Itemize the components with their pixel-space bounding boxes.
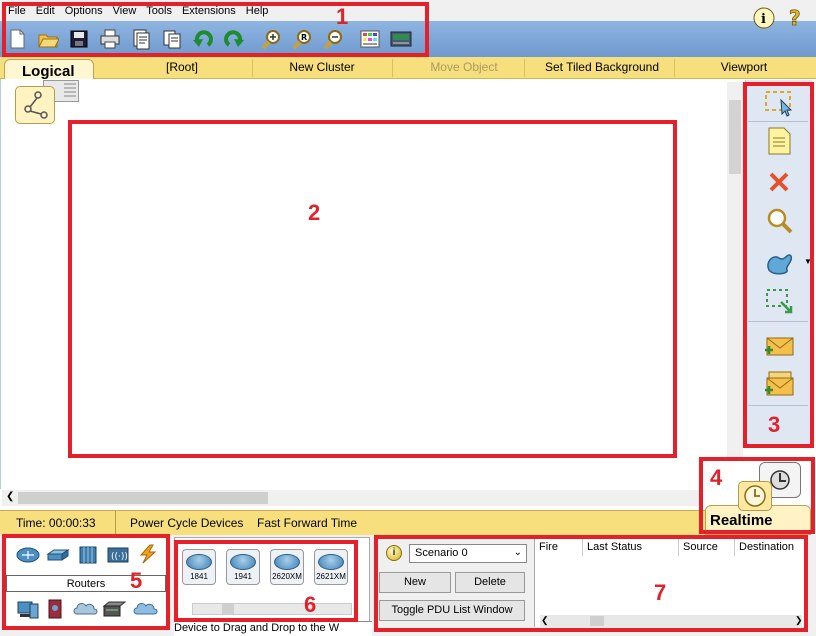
svg-text:i: i bbox=[761, 12, 766, 27]
power-cycle-devices-button[interactable]: Power Cycle Devices bbox=[130, 516, 243, 530]
help-icon[interactable]: ? bbox=[784, 6, 808, 31]
status-divider bbox=[115, 511, 116, 534]
tab-divider bbox=[524, 59, 525, 77]
annotation-number-2: 2 bbox=[308, 200, 321, 225]
annotation-box-scenario-pdu bbox=[374, 535, 808, 632]
tab-move-object: Move Object bbox=[430, 60, 498, 74]
annotation-number-1: 1 bbox=[336, 4, 349, 29]
workspace-tab-bar bbox=[0, 57, 816, 79]
tab-root[interactable]: [Root] bbox=[150, 60, 214, 74]
annotation-box-common-tools bbox=[743, 82, 814, 448]
vertical-scroll-thumb[interactable] bbox=[729, 100, 741, 174]
drag-drop-hint: Device to Drag and Drop to the W bbox=[174, 621, 372, 636]
annotation-box-workspace bbox=[68, 120, 677, 458]
annotation-box-device-specific bbox=[174, 540, 358, 622]
tab-new-cluster[interactable]: New Cluster bbox=[270, 60, 374, 74]
simulation-time: Time: 00:00:33 bbox=[16, 516, 96, 530]
tab-divider bbox=[674, 59, 675, 77]
scroll-left-icon[interactable]: ❮ bbox=[6, 491, 14, 502]
annotation-number-7: 7 bbox=[654, 580, 667, 605]
tab-divider bbox=[392, 59, 393, 77]
annotation-number-4: 4 bbox=[710, 465, 723, 490]
logical-topology-icon[interactable] bbox=[15, 86, 55, 124]
horizontal-scroll-thumb[interactable] bbox=[18, 492, 268, 504]
svg-text:?: ? bbox=[789, 6, 801, 30]
annotation-box-device-types bbox=[2, 534, 170, 630]
fast-forward-time-button[interactable]: Fast Forward Time bbox=[257, 516, 357, 530]
tab-viewport[interactable]: Viewport bbox=[700, 60, 788, 74]
annotation-number-6: 6 bbox=[304, 592, 317, 617]
annotation-box-menu-toolbar bbox=[2, 2, 429, 57]
info-icon-toolbar[interactable]: i bbox=[752, 6, 776, 30]
annotation-number-3: 3 bbox=[768, 412, 781, 437]
annotation-number-5: 5 bbox=[130, 568, 143, 593]
tab-divider bbox=[252, 59, 253, 77]
tab-set-tiled-background[interactable]: Set Tiled Background bbox=[532, 60, 672, 74]
